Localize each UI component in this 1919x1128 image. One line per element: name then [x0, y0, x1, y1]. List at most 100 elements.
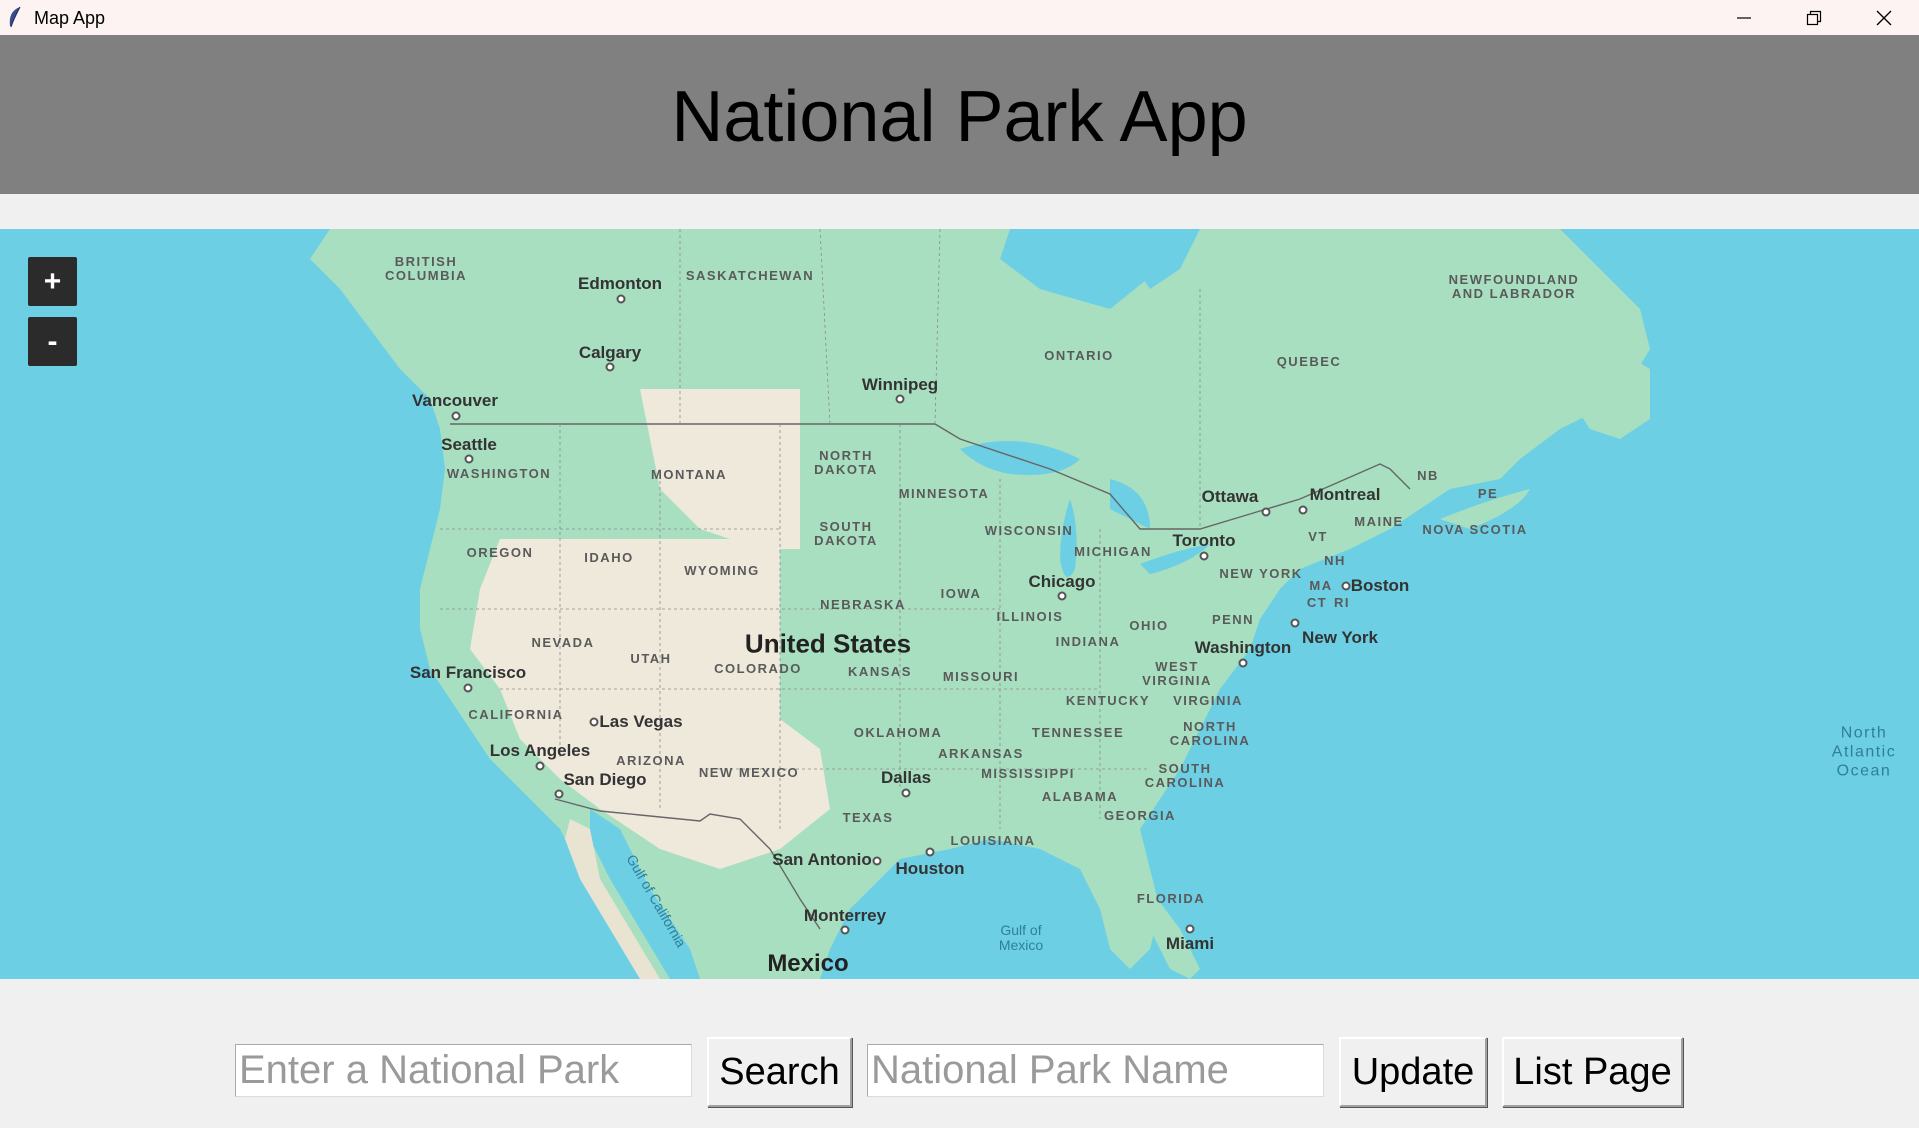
- label-iowa: IOWA: [940, 586, 982, 601]
- label-north-dakota: NORTH DAKOTA: [814, 448, 878, 477]
- city-dot: [1341, 581, 1351, 591]
- label-new-mexico: NEW MEXICO: [698, 765, 800, 780]
- city-dot: [616, 294, 626, 304]
- city-dot: [1199, 551, 1209, 561]
- label-quebec: QUEBEC: [1276, 354, 1342, 369]
- label-san-antonio: San Antonio: [772, 850, 872, 869]
- label-toronto: Toronto: [1172, 531, 1236, 550]
- label-san-diego: San Diego: [563, 770, 647, 789]
- label-gulf-of-mexico: Gulf of Mexico: [998, 922, 1044, 953]
- label-arizona: ARIZONA: [616, 753, 686, 768]
- label-south-carolina: SOUTH CAROLINA: [1144, 761, 1226, 790]
- city-dot: [925, 847, 935, 857]
- label-kentucky: KENTUCKY: [1065, 693, 1151, 708]
- zoom-out-button[interactable]: -: [28, 317, 77, 366]
- label-california: CALIFORNIA: [468, 707, 564, 722]
- city-dot: [1290, 618, 1300, 628]
- label-texas: TEXAS: [842, 810, 894, 825]
- label-nb: NB: [1417, 468, 1439, 483]
- label-alabama: ALABAMA: [1041, 789, 1119, 804]
- label-nh: NH: [1324, 553, 1346, 568]
- city-dot: [1238, 658, 1248, 668]
- arid-west-region: [470, 539, 830, 869]
- city-dot: [535, 761, 545, 771]
- city-dot: [605, 362, 615, 372]
- city-dot: [872, 856, 882, 866]
- label-miami: Miami: [1165, 934, 1215, 953]
- zoom-in-button[interactable]: +: [28, 257, 77, 306]
- minimize-icon: [1737, 16, 1751, 19]
- label-ottawa: Ottawa: [1201, 487, 1259, 506]
- close-icon: [1876, 10, 1892, 25]
- city-dot: [589, 717, 599, 727]
- label-ct: CT: [1306, 595, 1328, 610]
- window-titlebar: Map App: [0, 0, 1919, 35]
- list-page-button[interactable]: List Page: [1502, 1037, 1683, 1107]
- search-field-frame[interactable]: [235, 1044, 692, 1097]
- label-houston: Houston: [895, 859, 965, 878]
- label-new-york-city: New York: [1302, 628, 1378, 647]
- label-los-angeles: Los Angeles: [489, 741, 591, 760]
- city-dot: [463, 683, 473, 693]
- restore-button[interactable]: [1779, 0, 1849, 35]
- label-boston: Boston: [1350, 576, 1410, 595]
- label-virginia: VIRGINIA: [1173, 693, 1243, 708]
- label-minnesota: MINNESOTA: [898, 486, 990, 501]
- label-british-columbia: BRITISH COLUMBIA: [384, 254, 468, 283]
- label-louisiana: LOUISIANA: [950, 833, 1036, 848]
- label-newfoundland: NEWFOUNDLAND AND LABRADOR: [1448, 272, 1580, 301]
- label-ma: MA: [1309, 578, 1333, 593]
- label-west-virginia: WEST VIRGINIA: [1142, 659, 1212, 688]
- park-name-field-frame[interactable]: [867, 1044, 1324, 1097]
- label-ohio: OHIO: [1129, 618, 1169, 633]
- city-dot: [1298, 505, 1308, 515]
- label-seattle: Seattle: [441, 435, 497, 454]
- label-saskatchewan: SASKATCHEWAN: [685, 268, 815, 283]
- search-input[interactable]: [239, 1045, 688, 1096]
- close-button[interactable]: [1849, 0, 1919, 35]
- label-las-vegas: Las Vegas: [599, 712, 683, 731]
- label-nebraska: NEBRASKA: [820, 597, 906, 612]
- city-dot: [451, 411, 461, 421]
- label-south-dakota: SOUTH DAKOTA: [814, 519, 878, 548]
- label-florida: FLORIDA: [1136, 891, 1206, 906]
- label-maine: MAINE: [1354, 514, 1404, 529]
- label-vancouver: Vancouver: [412, 391, 498, 410]
- restore-icon: [1806, 10, 1822, 25]
- label-idaho: IDAHO: [584, 550, 634, 565]
- label-north-carolina: NORTH CAROLINA: [1169, 719, 1251, 748]
- label-north-atlantic-ocean: North Atlantic Ocean: [1831, 724, 1897, 780]
- label-ontario: ONTARIO: [1044, 348, 1114, 363]
- label-nevada: NEVADA: [531, 635, 595, 650]
- label-georgia: GEORGIA: [1104, 808, 1176, 823]
- label-chicago: Chicago: [1028, 572, 1096, 591]
- map-view[interactable]: BRITISH COLUMBIA Edmonton SASKATCHEWAN Ca…: [0, 229, 1919, 979]
- label-mississippi: MISSISSIPPI: [981, 766, 1075, 781]
- label-utah: UTAH: [630, 651, 672, 666]
- city-dot: [1185, 924, 1195, 934]
- city-dot: [1057, 591, 1067, 601]
- update-button[interactable]: Update: [1339, 1037, 1487, 1107]
- city-dot: [554, 789, 564, 799]
- label-winnipeg: Winnipeg: [861, 375, 939, 394]
- minimize-button[interactable]: [1709, 0, 1779, 35]
- page-title: National Park App: [671, 76, 1248, 157]
- app-header: National Park App: [0, 35, 1919, 194]
- label-oregon: OREGON: [466, 545, 534, 560]
- label-mexico: Mexico: [767, 950, 849, 977]
- city-dot: [840, 925, 850, 935]
- label-oklahoma: OKLAHOMA: [853, 725, 943, 740]
- park-name-input[interactable]: [871, 1045, 1320, 1096]
- label-kansas: KANSAS: [848, 664, 912, 679]
- label-montana: MONTANA: [651, 467, 727, 482]
- city-dot: [901, 788, 911, 798]
- label-dallas: Dallas: [880, 768, 932, 787]
- label-missouri: MISSOURI: [942, 669, 1020, 684]
- label-calgary: Calgary: [578, 343, 642, 362]
- label-washington-dc: Washington: [1194, 638, 1292, 657]
- label-indiana: INDIANA: [1055, 634, 1121, 649]
- label-colorado: COLORADO: [714, 661, 802, 676]
- label-wisconsin: WISCONSIN: [984, 523, 1074, 538]
- search-button[interactable]: Search: [707, 1037, 852, 1107]
- label-pe: PE: [1477, 486, 1499, 501]
